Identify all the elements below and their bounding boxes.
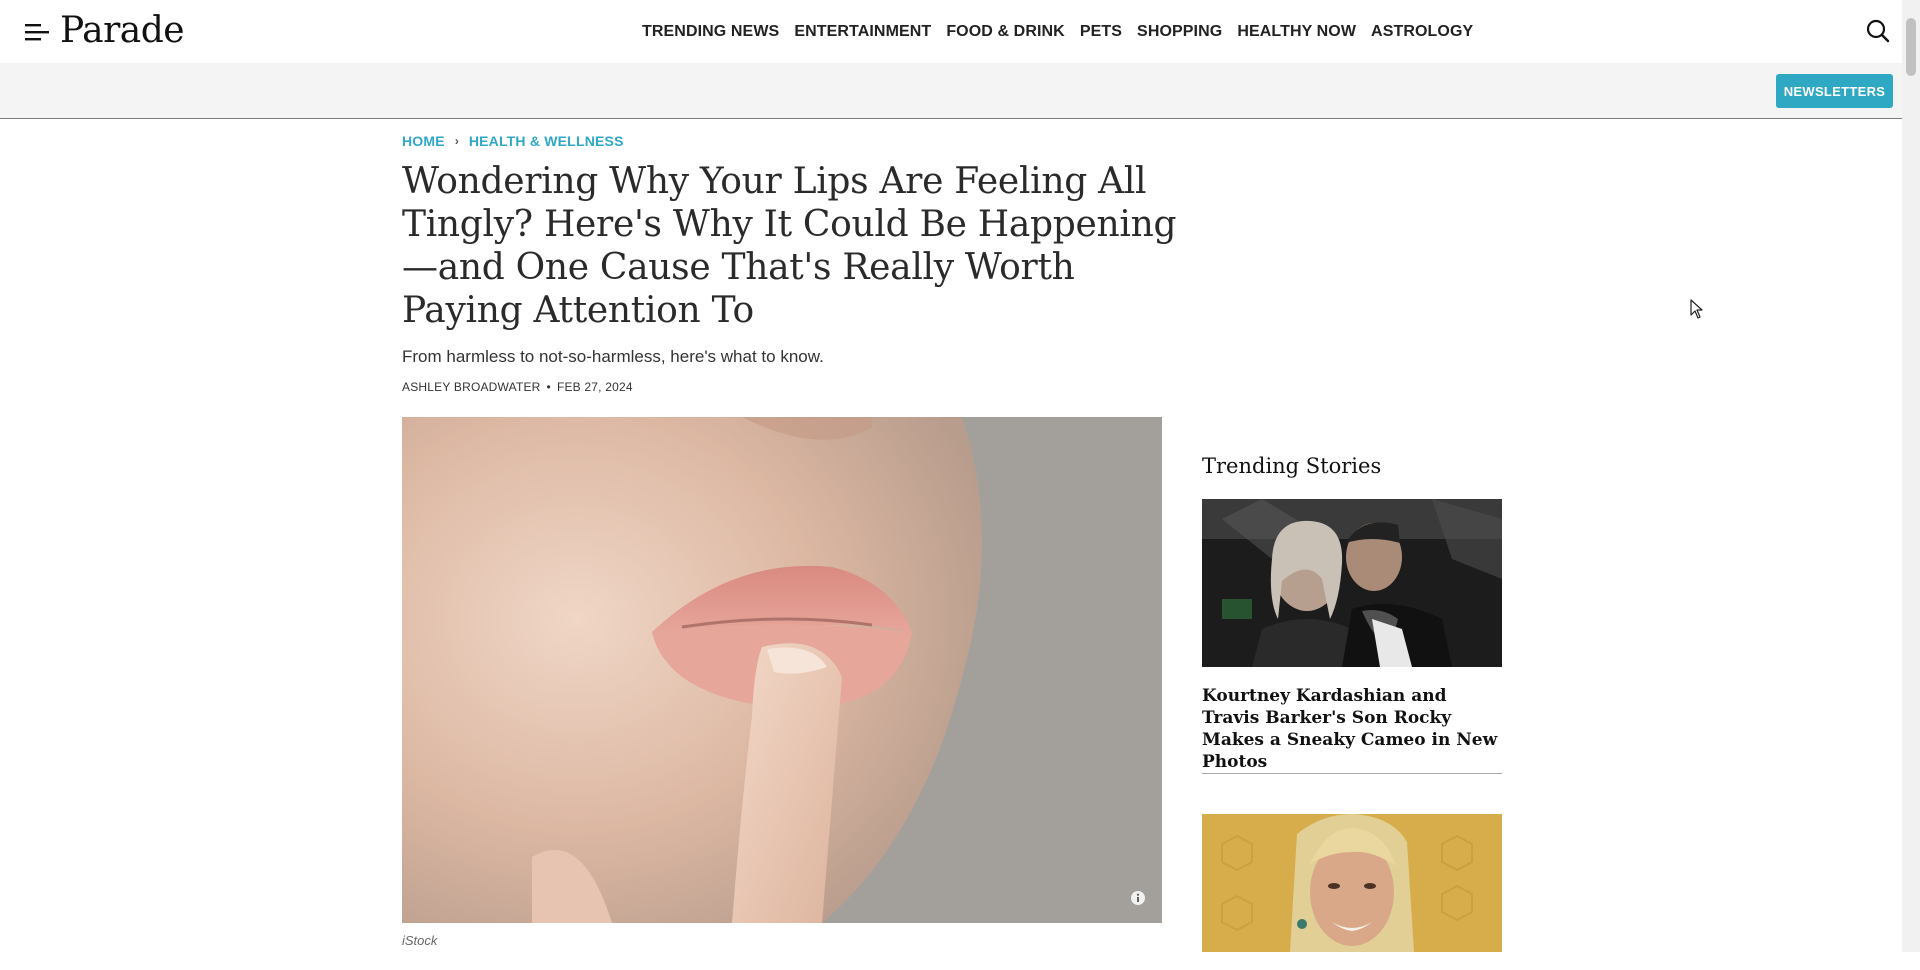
chevron-right-icon: › <box>454 134 459 148</box>
article-byline: ASHLEY BROADWATER • FEB 27, 2024 <box>402 378 633 396</box>
menu-icon <box>25 24 49 41</box>
breadcrumb: HOME › HEALTH & WELLNESS <box>402 131 624 151</box>
search-button[interactable] <box>1865 18 1891 44</box>
story-image[interactable] <box>1202 814 1502 952</box>
story-image[interactable] <box>1202 499 1502 667</box>
lips-photo <box>402 417 1162 923</box>
nav-item-trending-news[interactable]: TRENDING NEWS <box>642 20 779 44</box>
site-header: Parade TRENDING NEWS ENTERTAINMENT FOOD … <box>0 0 1902 63</box>
site-logo[interactable]: Parade <box>60 8 185 54</box>
page-scrollbar[interactable] <box>1902 0 1920 952</box>
article-dek: From harmless to not-so-harmless, here's… <box>402 347 824 366</box>
nav-item-healthy-now[interactable]: HEALTHY NOW <box>1237 20 1356 44</box>
breadcrumb-health-wellness[interactable]: HEALTH & WELLNESS <box>469 131 624 151</box>
author-name[interactable]: ASHLEY BROADWATER <box>402 378 541 396</box>
nav-item-entertainment[interactable]: ENTERTAINMENT <box>794 20 931 44</box>
story-title[interactable]: Kourtney Kardashian and Travis Barker's … <box>1202 685 1502 773</box>
newsletter-bar: NEWSLETTERS <box>0 63 1902 119</box>
nav-item-shopping[interactable]: SHOPPING <box>1137 20 1222 44</box>
newsletters-button[interactable]: NEWSLETTERS <box>1776 74 1893 108</box>
hero-image <box>402 417 1162 923</box>
scrollbar-thumb[interactable] <box>1906 18 1916 76</box>
nav-item-food-drink[interactable]: FOOD & DRINK <box>946 20 1065 44</box>
search-icon <box>1866 19 1890 43</box>
nav-item-pets[interactable]: PETS <box>1080 20 1122 44</box>
article-headline: Wondering Why Your Lips Are Feeling All … <box>402 161 1177 331</box>
story-divider <box>1202 773 1502 774</box>
mouse-cursor-icon <box>1690 299 1703 319</box>
breadcrumb-home[interactable]: HOME <box>402 131 445 151</box>
menu-button[interactable] <box>25 21 51 43</box>
trending-story[interactable] <box>1202 814 1502 970</box>
publish-date: FEB 27, 2024 <box>556 380 633 394</box>
nav-item-astrology[interactable]: ASTROLOGY <box>1371 20 1473 44</box>
trending-stories-heading: Trending Stories <box>1202 454 1382 478</box>
trending-story[interactable]: Kourtney Kardashian and Travis Barker's … <box>1202 499 1502 773</box>
main-nav: TRENDING NEWS ENTERTAINMENT FOOD & DRINK… <box>642 20 1488 44</box>
info-icon[interactable] <box>1130 890 1146 906</box>
byline-separator: • <box>546 380 551 394</box>
image-credit: iStock <box>402 933 438 948</box>
